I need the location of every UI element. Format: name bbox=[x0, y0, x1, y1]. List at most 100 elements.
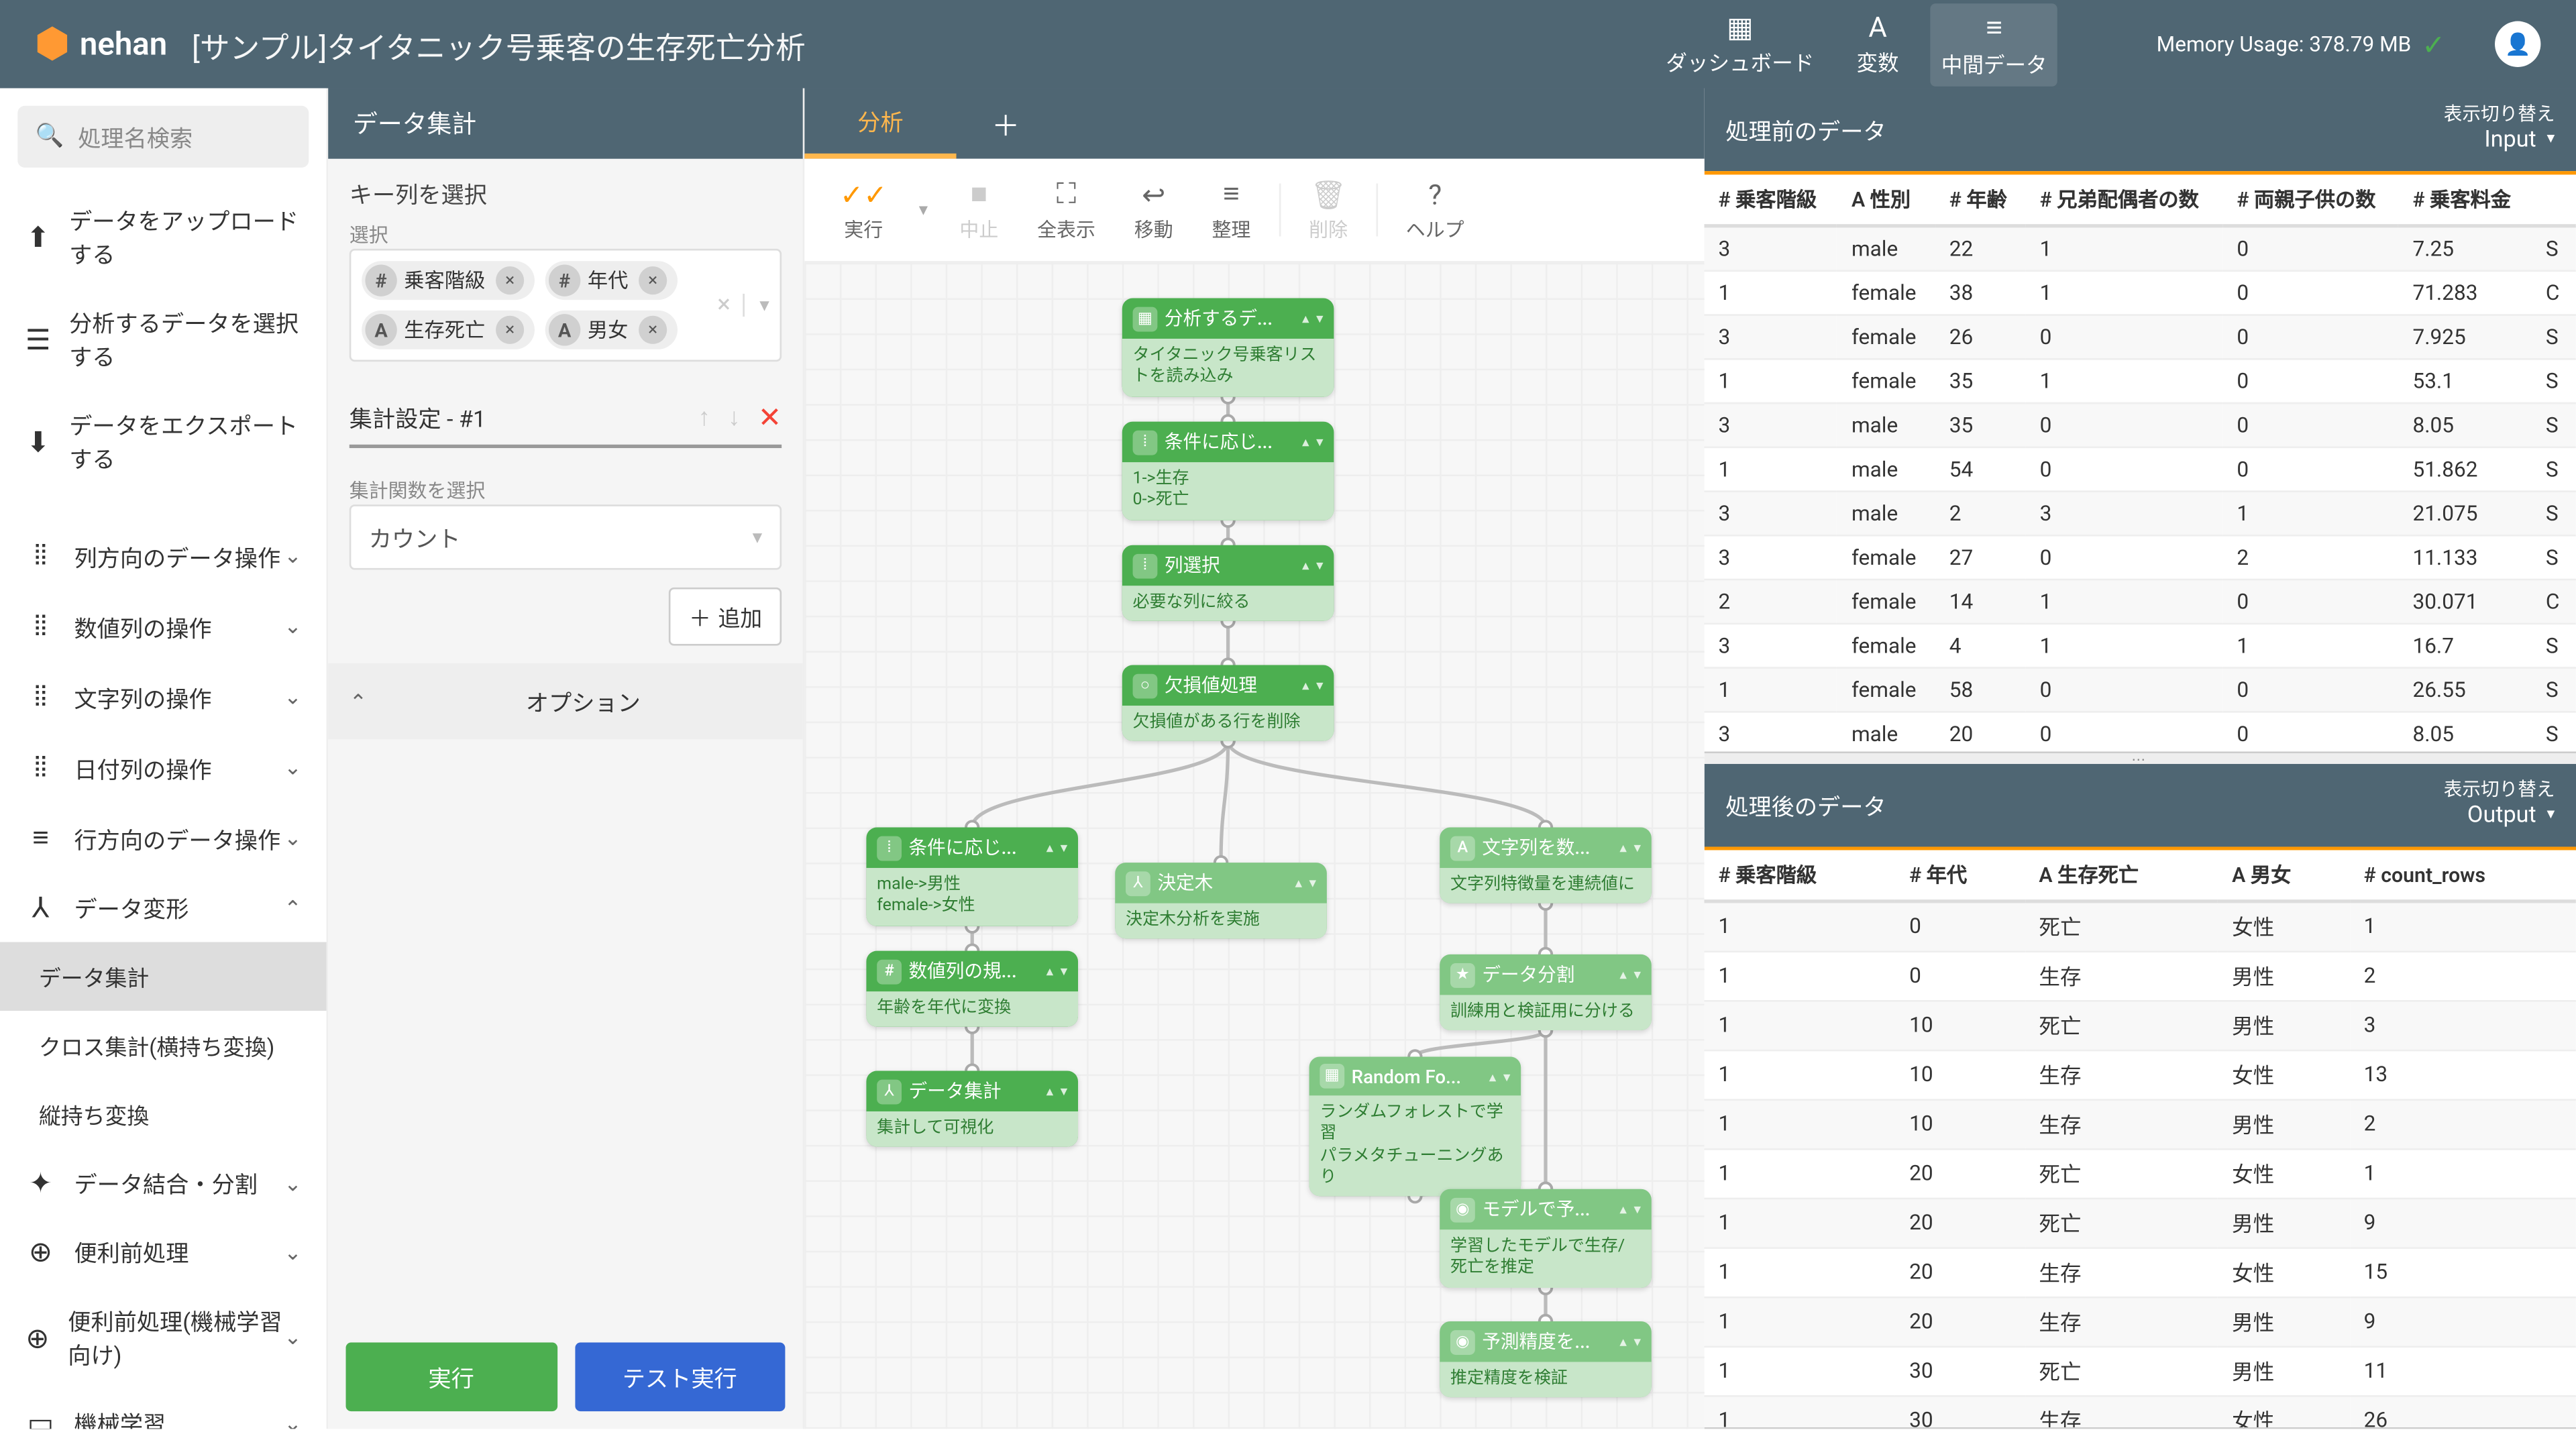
add-agg-button[interactable]: ＋ 追加 bbox=[669, 588, 782, 646]
add-tab-button[interactable]: ＋ bbox=[957, 103, 1055, 145]
table-row[interactable]: 3male35008.05S bbox=[1705, 402, 2576, 447]
flow-node[interactable]: ⅄決定木▴▾決定木分析を実施 bbox=[1115, 863, 1327, 939]
table-row[interactable]: 120死亡男性9 bbox=[1705, 1198, 2576, 1248]
key-col-chips[interactable]: #乗客階級× #年代× A生存死亡× A男女× × ▾ bbox=[350, 249, 782, 362]
key-chip[interactable]: A生存死亡× bbox=[362, 311, 535, 349]
run-dropdown-icon[interactable]: ▾ bbox=[908, 201, 938, 220]
flow-node[interactable]: A文字列を数...▴▾文字列特徴量を連続値に bbox=[1440, 828, 1652, 904]
delete-section-icon[interactable]: ✕ bbox=[758, 400, 782, 434]
tab-analysis[interactable]: 分析 bbox=[804, 89, 956, 159]
table-row[interactable]: 130生存女性26 bbox=[1705, 1396, 2576, 1427]
table-row[interactable]: 120生存女性15 bbox=[1705, 1248, 2576, 1297]
col-header[interactable]: # 年代 bbox=[1895, 849, 2025, 900]
table-row[interactable]: 1female381071.283C bbox=[1705, 270, 2576, 314]
flow-node[interactable]: #数値列の規...▴▾年齢を年代に変換 bbox=[866, 951, 1078, 1028]
sidebar-group[interactable]: ⅄データ変形⌃ bbox=[0, 873, 327, 942]
table-row[interactable]: 10生存男性2 bbox=[1705, 951, 2576, 1001]
col-header[interactable]: # 年齢 bbox=[1935, 174, 2026, 225]
table-row[interactable]: 130死亡男性11 bbox=[1705, 1346, 2576, 1396]
col-header[interactable]: A 男女 bbox=[2218, 849, 2350, 900]
account-avatar[interactable]: 👤 bbox=[2495, 21, 2540, 67]
sidebar-group[interactable]: ≡行方向のデータ操作⌄ bbox=[0, 803, 327, 873]
header-btn-ダッシュボード[interactable]: ▦ダッシュボード bbox=[1656, 3, 1825, 86]
input-output-select[interactable]: Output▾ bbox=[2467, 802, 2555, 832]
sidebar-group[interactable]: ⊕便利前処理⌄ bbox=[0, 1217, 327, 1286]
table-row[interactable]: 3female41116.7S bbox=[1705, 623, 2576, 667]
sidebar-subitem[interactable]: 縦持ち変換 bbox=[0, 1080, 327, 1149]
toolbar-arrange[interactable]: ≡整理 bbox=[1194, 169, 1268, 250]
table-row[interactable]: 120死亡女性1 bbox=[1705, 1148, 2576, 1198]
sidebar-group[interactable]: ⦙⦙数値列の操作⌄ bbox=[0, 591, 327, 661]
sidebar-group[interactable]: ⦙⦙日付列の操作⌄ bbox=[0, 732, 327, 803]
sidebar-action[interactable]: ⬆データをアップロードする bbox=[0, 185, 327, 288]
col-header[interactable]: # count_rows bbox=[2350, 849, 2576, 900]
data-after-table[interactable]: # 乗客階級# 年代A 生存死亡A 男女# count_rows10死亡女性11… bbox=[1705, 849, 2576, 1427]
chips-dropdown-icon[interactable]: ▾ bbox=[744, 294, 769, 317]
flow-node[interactable]: ▦Random Fo...▴▾ランダムフォレストで学習パラメタチューニングあり bbox=[1309, 1056, 1521, 1197]
remove-chip-icon[interactable]: × bbox=[496, 316, 524, 344]
col-header[interactable]: # 兄弟配偶者の数 bbox=[2026, 174, 2223, 225]
table-row[interactable]: 3female270211.133S bbox=[1705, 535, 2576, 579]
table-row[interactable]: 3female26007.925S bbox=[1705, 314, 2576, 358]
data-before-table[interactable]: # 乗客階級A 性別# 年齢# 兄弟配偶者の数# 両親子供の数# 乗客料金3ma… bbox=[1705, 174, 2576, 751]
col-header[interactable]: # 乗客階級 bbox=[1705, 174, 1837, 225]
test-run-button[interactable]: テスト実行 bbox=[574, 1343, 785, 1412]
sidebar-action[interactable]: ⬇データをエクスポートする bbox=[0, 390, 327, 492]
agg-func-select[interactable]: カウント ▾ bbox=[350, 504, 782, 569]
flow-node[interactable]: ★データ分割▴▾訓練用と検証用に分ける bbox=[1440, 954, 1652, 1031]
sidebar-subitem[interactable]: クロス集計(横持ち変換) bbox=[0, 1011, 327, 1080]
table-row[interactable]: 110生存女性13 bbox=[1705, 1050, 2576, 1099]
table-row[interactable]: 1female351053.1S bbox=[1705, 358, 2576, 402]
sidebar-group[interactable]: ⊕便利前処理(機械学習向け)⌄ bbox=[0, 1286, 327, 1388]
remove-chip-icon[interactable]: × bbox=[639, 266, 667, 294]
header-btn-中間データ[interactable]: ≡中間データ bbox=[1931, 3, 2057, 86]
table-row[interactable]: 10死亡女性1 bbox=[1705, 901, 2576, 951]
sidebar-subitem[interactable]: データ集計 bbox=[0, 942, 327, 1011]
key-chip[interactable]: #乗客階級× bbox=[362, 261, 535, 300]
search-input[interactable]: 🔍 処理名検索 bbox=[17, 106, 309, 168]
options-toggle[interactable]: ⌃ オプション bbox=[328, 663, 803, 739]
toolbar-move[interactable]: ↩移動 bbox=[1116, 170, 1190, 250]
table-row[interactable]: 110死亡男性3 bbox=[1705, 1000, 2576, 1050]
table-row[interactable]: 1female580026.55S bbox=[1705, 667, 2576, 711]
header-btn-変数[interactable]: A変数 bbox=[1846, 3, 1910, 86]
col-header[interactable]: A 生存死亡 bbox=[2025, 849, 2218, 900]
flow-node[interactable]: ◉モデルで予...▴▾学習したモデルで生存/死亡を推定 bbox=[1440, 1189, 1652, 1287]
col-header[interactable]: # 乗客階級 bbox=[1705, 849, 1896, 900]
col-header[interactable] bbox=[2532, 174, 2576, 225]
key-chip[interactable]: A男女× bbox=[545, 311, 678, 349]
sidebar-group[interactable]: ✦データ結合・分割⌄ bbox=[0, 1148, 327, 1217]
col-header[interactable]: A 性別 bbox=[1837, 174, 1935, 225]
resize-handle[interactable]: ⋯ bbox=[1705, 753, 2576, 764]
remove-chip-icon[interactable]: × bbox=[496, 266, 524, 294]
toolbar-fit[interactable]: ⛶全表示 bbox=[1020, 169, 1113, 250]
table-row[interactable]: 3male22107.25S bbox=[1705, 225, 2576, 270]
clear-chips-icon[interactable]: × bbox=[717, 291, 731, 319]
flow-node[interactable]: ◉予測精度を...▴▾推定精度を検証 bbox=[1440, 1321, 1652, 1398]
key-chip[interactable]: #年代× bbox=[545, 261, 678, 300]
flow-node[interactable]: ⦙条件に応じ...▴▾male->男性female->女性 bbox=[866, 828, 1078, 926]
run-button[interactable]: 実行 bbox=[346, 1343, 557, 1412]
table-row[interactable]: 3male20008.05S bbox=[1705, 711, 2576, 751]
table-row[interactable]: 3male23121.075S bbox=[1705, 490, 2576, 535]
sidebar-action[interactable]: ☰分析するデータを選択する bbox=[0, 288, 327, 390]
flow-node[interactable]: ○欠損値処理▴▾欠損値がある行を削除 bbox=[1122, 665, 1334, 742]
sidebar-group[interactable]: ▭機械学習⌄ bbox=[0, 1388, 327, 1429]
move-up-icon[interactable]: ↑ bbox=[698, 402, 710, 433]
flow-node[interactable]: ⅄データ集計▴▾集計して可視化 bbox=[866, 1070, 1078, 1147]
flow-canvas[interactable]: ▦分析するデ...▴▾タイタニック号乗客リストを読み込み⦙条件に応じ...▴▾1… bbox=[804, 263, 1704, 1429]
input-output-select[interactable]: Input▾ bbox=[2484, 126, 2555, 156]
toolbar-help[interactable]: ?ヘルプ bbox=[1389, 170, 1482, 250]
toolbar-run[interactable]: ✓✓実行 bbox=[822, 170, 905, 250]
sidebar-group[interactable]: ⦙⦙文字列の操作⌄ bbox=[0, 661, 327, 732]
move-down-icon[interactable]: ↓ bbox=[728, 402, 740, 433]
table-row[interactable]: 1male540051.862S bbox=[1705, 447, 2576, 491]
col-header[interactable]: # 乗客料金 bbox=[2399, 174, 2532, 225]
table-row[interactable]: 110生存男性2 bbox=[1705, 1099, 2576, 1149]
table-row[interactable]: 2female141030.071C bbox=[1705, 579, 2576, 623]
remove-chip-icon[interactable]: × bbox=[639, 316, 667, 344]
sidebar-group[interactable]: ⦙⦙列方向のデータ操作⌄ bbox=[0, 520, 327, 591]
table-row[interactable]: 120生存男性9 bbox=[1705, 1297, 2576, 1346]
col-header[interactable]: # 両親子供の数 bbox=[2223, 174, 2399, 225]
flow-node[interactable]: ▦分析するデ...▴▾タイタニック号乗客リストを読み込み bbox=[1122, 298, 1334, 396]
